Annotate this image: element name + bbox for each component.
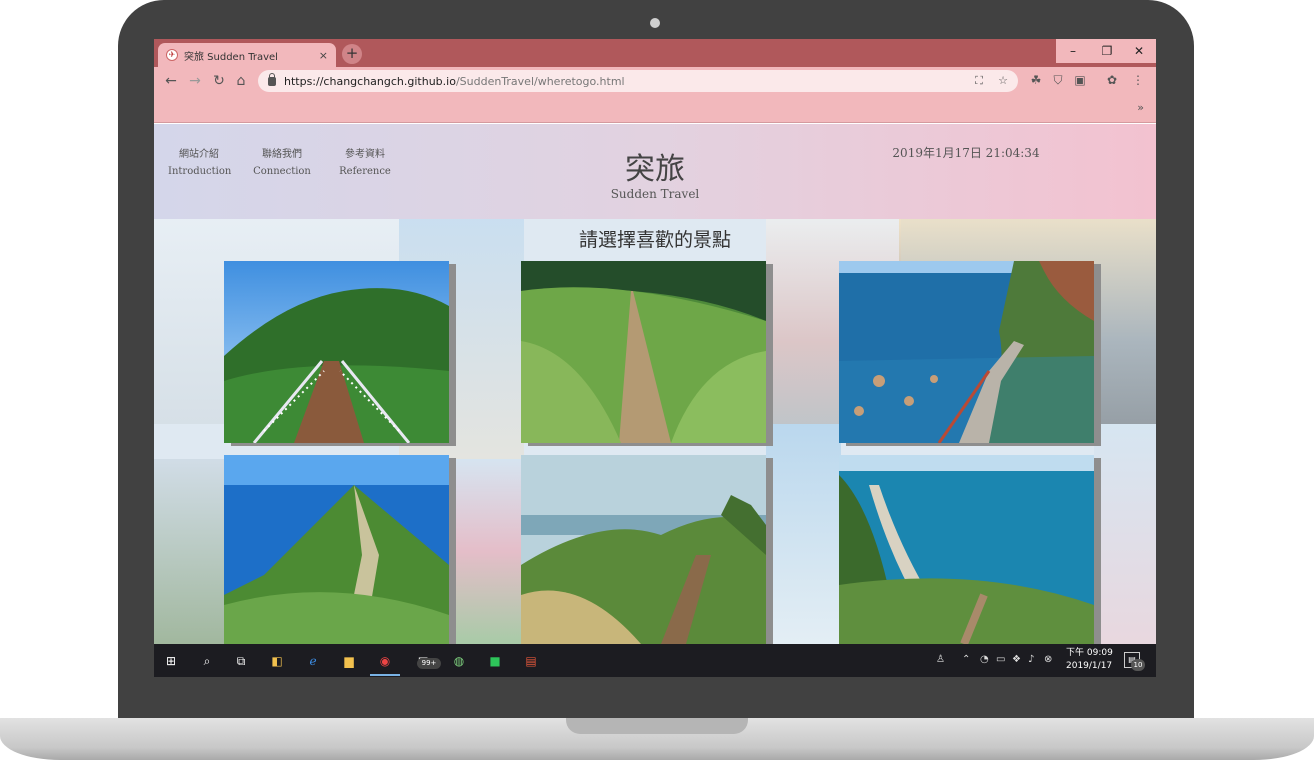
- wifi-icon[interactable]: ◔: [980, 654, 989, 665]
- tab-close-icon[interactable]: ×: [319, 49, 328, 62]
- extension-shield-icon[interactable]: ⛉: [1050, 72, 1066, 88]
- webcam: [650, 18, 660, 28]
- powerpoint-icon[interactable]: ▤: [522, 652, 540, 670]
- input-method-icon[interactable]: ⊗: [1044, 654, 1052, 665]
- bookmarks-overflow-icon[interactable]: »: [1137, 101, 1144, 114]
- nav-introduction-zh: 網站介紹: [179, 149, 219, 160]
- translate-icon[interactable]: ⛶: [972, 74, 986, 88]
- close-window-button[interactable]: ✕: [1122, 39, 1156, 63]
- screen: ✈ 突旅 Sudden Travel × + – ❐ ✕ ← → ↻ ⌂ htt…: [154, 39, 1156, 677]
- chrome-icon[interactable]: ◉: [376, 652, 394, 670]
- background-tile: [766, 424, 841, 644]
- nav-connection[interactable]: 聯絡我們 Connection: [252, 146, 312, 180]
- grassy-trail-photo[interactable]: [521, 261, 766, 443]
- site-logo-title[interactable]: 突旅: [584, 144, 726, 188]
- east-coast-bay-photo[interactable]: [839, 455, 1094, 644]
- site-logo-subtitle: Sudden Travel: [610, 187, 700, 201]
- minimize-button[interactable]: –: [1056, 39, 1090, 63]
- tab-title: 突旅 Sudden Travel: [184, 51, 278, 63]
- current-datetime: 2019年1月17日 21:04:34: [892, 146, 1040, 160]
- background-tile: [454, 459, 524, 644]
- web-page: 網站介紹 Introduction 聯絡我們 Connection 參考資料 R…: [154, 124, 1156, 644]
- green-ridge-coast-photo[interactable]: [224, 455, 449, 644]
- nav-introduction[interactable]: 網站介紹 Introduction: [168, 146, 232, 180]
- lock-icon: [268, 72, 276, 86]
- task-view-icon[interactable]: ⧉: [232, 652, 250, 670]
- extension-profile-icon[interactable]: ✿: [1104, 72, 1120, 88]
- url-host: https://changchangch.github.io: [284, 74, 456, 88]
- windows-start-icon[interactable]: ⊞: [162, 652, 180, 670]
- maximize-button[interactable]: ❐: [1090, 39, 1124, 63]
- battery-icon[interactable]: ▭: [996, 654, 1005, 665]
- volume-icon[interactable]: ♪: [1028, 654, 1034, 665]
- menu-kebab-icon[interactable]: ⋮: [1130, 72, 1146, 88]
- favicon-icon: ✈: [166, 49, 178, 61]
- nav-connection-en: Connection: [253, 166, 311, 177]
- new-tab-button[interactable]: +: [342, 44, 362, 64]
- nav-introduction-en: Introduction: [168, 166, 232, 177]
- clock-time: 下午 09:09: [1066, 648, 1113, 658]
- wechat-icon[interactable]: ◍: [450, 652, 468, 670]
- notification-count: 10: [1131, 659, 1145, 671]
- silvergrass-trail-photo[interactable]: [521, 455, 766, 644]
- browser-titlebar: ✈ 突旅 Sudden Travel × + – ❐ ✕: [154, 39, 1156, 67]
- people-icon[interactable]: ♙: [936, 654, 945, 665]
- back-arrow-icon[interactable]: ←: [162, 72, 180, 90]
- nav-reference-zh: 參考資料: [345, 149, 385, 160]
- home-icon[interactable]: ⌂: [232, 72, 250, 90]
- mail-badge: 99+: [417, 658, 441, 669]
- destination-gallery: 請選擇喜歡的景點: [154, 219, 1156, 644]
- search-icon[interactable]: ⌕: [198, 652, 216, 670]
- nav-connection-zh: 聯絡我們: [262, 149, 302, 160]
- file-explorer-icon[interactable]: ▆: [340, 652, 358, 670]
- suspension-bridge-photo[interactable]: [224, 261, 449, 443]
- address-bar[interactable]: https://changchangch.github.io/SuddenTra…: [258, 70, 1018, 92]
- active-app-indicator: [370, 674, 400, 676]
- line-app-icon[interactable]: ■: [486, 652, 504, 670]
- bookmarks-bar: »: [154, 95, 1156, 123]
- store-icon[interactable]: ◧: [268, 652, 286, 670]
- coastal-cliff-stairs-photo[interactable]: [839, 261, 1094, 443]
- background-tile: [154, 459, 229, 644]
- url-path: /SuddenTravel/wheretogo.html: [455, 74, 625, 88]
- bookmark-star-icon[interactable]: ☆: [996, 74, 1010, 88]
- reload-icon[interactable]: ↻: [210, 72, 228, 90]
- taskbar-clock[interactable]: 下午 09:09 2019/1/17: [1066, 647, 1113, 673]
- nav-reference[interactable]: 參考資料 Reference: [335, 146, 395, 180]
- browser-tab[interactable]: ✈ 突旅 Sudden Travel ×: [158, 43, 336, 67]
- extension-square-icon[interactable]: ▣: [1072, 72, 1088, 88]
- dropbox-icon[interactable]: ❖: [1012, 654, 1021, 665]
- clock-date: 2019/1/17: [1066, 661, 1113, 671]
- edge-browser-icon[interactable]: ℯ: [304, 652, 322, 670]
- laptop-notch: [566, 718, 748, 734]
- forward-arrow-icon[interactable]: →: [186, 72, 204, 90]
- background-tile: [1094, 424, 1156, 644]
- site-header: 網站介紹 Introduction 聯絡我們 Connection 參考資料 R…: [154, 124, 1156, 219]
- extension-leaf-icon[interactable]: ☘: [1028, 72, 1044, 88]
- tray-overflow-icon[interactable]: ⌃: [962, 654, 970, 665]
- os-taskbar: ⊞ ⌕ ⧉ ◧ ℯ ▆ ◉ ✉ 99+ ◍ ■ ▤ ♙ ⌃ ◔ ▭ ❖ ♪ ⊗ …: [154, 644, 1156, 677]
- browser-toolbar: ← → ↻ ⌂ https://changchangch.github.io/S…: [154, 67, 1156, 95]
- nav-reference-en: Reference: [339, 166, 391, 177]
- gallery-title: 請選擇喜歡的景點: [578, 229, 731, 251]
